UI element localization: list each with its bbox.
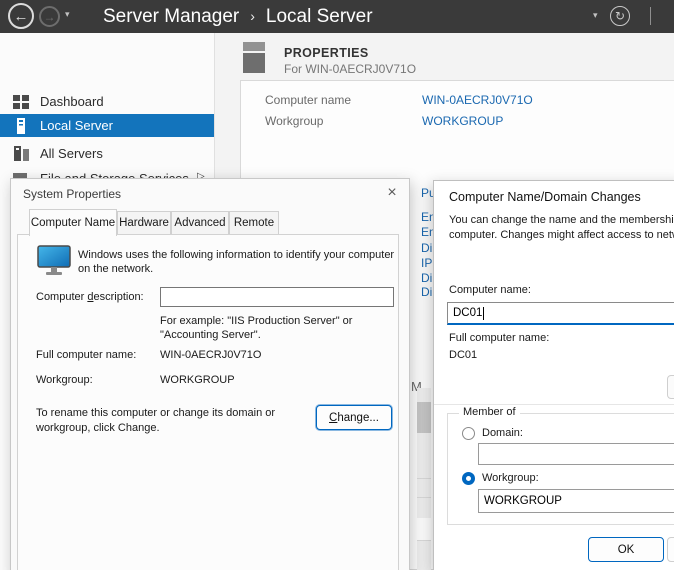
full-computer-name-label: Full computer name: <box>449 332 549 344</box>
rename-hint-text: workgroup, click Change. <box>36 422 160 434</box>
sidebar-item-label: All Servers <box>40 146 103 161</box>
computer-name-tab-page: Windows uses the following information t… <box>17 234 399 570</box>
breadcrumb: Server Manager › Local Server <box>103 2 373 32</box>
property-value-fragment: IP <box>421 256 432 270</box>
background-scrollbar[interactable] <box>417 388 431 570</box>
property-value-fragment: Di <box>421 241 432 255</box>
intro-text: Windows uses the following information t… <box>78 249 394 261</box>
workgroup-input[interactable]: WORKGROUP <box>478 489 674 513</box>
sidebar-item-all-servers[interactable]: All Servers <box>0 142 214 165</box>
domain-input[interactable] <box>478 443 674 465</box>
workgroup-link[interactable]: WORKGROUP <box>422 114 503 128</box>
change-button[interactable]: Change... <box>316 405 392 430</box>
computer-name-input[interactable]: DC01 <box>447 302 674 325</box>
forward-icon: → <box>44 10 56 24</box>
refresh-button[interactable]: ↻ <box>610 6 630 26</box>
cancel-button-partial[interactable] <box>667 537 674 562</box>
properties-title: PROPERTIES <box>284 46 369 60</box>
sidebar-item-local-server[interactable]: Local Server <box>0 114 214 137</box>
member-of-label: Member of <box>459 406 520 418</box>
computer-name-label: Computer name: <box>449 284 531 296</box>
forward-button[interactable]: → <box>39 6 60 27</box>
server-icon <box>13 118 30 134</box>
computer-name-label: Computer name <box>265 93 351 107</box>
sidebar-item-label: Dashboard <box>40 94 104 109</box>
full-computer-name-value: DC01 <box>449 349 477 361</box>
toolbar-dropdown-icon[interactable]: ▾ <box>593 10 598 21</box>
close-icon[interactable]: × <box>382 183 402 203</box>
refresh-icon: ↻ <box>615 9 625 23</box>
property-value-fragment: Di <box>421 285 432 299</box>
breadcrumb-app[interactable]: Server Manager <box>103 6 239 28</box>
tab-remote[interactable]: Remote <box>229 211 279 235</box>
workgroup-radio-label[interactable]: Workgroup: <box>482 472 539 484</box>
properties-subtitle: For WIN-0AECRJ0V71O <box>284 62 416 76</box>
server-manager-window: ← → ▾ Server Manager › Local Server ▾ ↻ … <box>0 0 674 570</box>
tab-hardware[interactable]: Hardware <box>117 211 171 235</box>
sidebar-item-dashboard[interactable]: Dashboard <box>0 90 214 113</box>
workgroup-radio[interactable] <box>462 472 475 485</box>
breadcrumb-page: Local Server <box>266 6 373 28</box>
toolbar-divider <box>650 7 651 25</box>
scrollbar-thumb[interactable] <box>417 402 431 433</box>
text-cursor <box>483 307 484 320</box>
dialog-title: System Properties <box>23 187 121 201</box>
scrollbar-segment <box>417 497 431 498</box>
tab-computer-name[interactable]: Computer Name <box>29 209 117 236</box>
domain-radio[interactable] <box>462 427 475 440</box>
scrollbar-segment <box>417 518 431 540</box>
computer-name-link[interactable]: WIN-0AECRJ0V71O <box>422 93 533 107</box>
workgroup-label: Workgroup <box>265 114 323 128</box>
properties-tile-icon <box>243 53 265 73</box>
dialog-body-text: You can change the name and the membersh… <box>449 214 674 226</box>
dialog-body-text: computer. Changes might affect access to… <box>449 229 674 241</box>
scrollbar-segment <box>417 478 431 479</box>
workgroup-value: WORKGROUP <box>160 374 235 386</box>
full-computer-name-label: Full computer name: <box>36 349 136 361</box>
computer-name-input-value: DC01 <box>453 307 482 319</box>
domain-radio-label[interactable]: Domain: <box>482 427 523 439</box>
sidebar-item-label: Local Server <box>40 118 113 133</box>
description-example-text: For example: "IIS Production Server" or <box>160 315 352 327</box>
domain-changes-dialog: Computer Name/Domain Changes You can cha… <box>433 180 674 570</box>
intro-text: on the network. <box>78 263 153 275</box>
tab-advanced[interactable]: Advanced <box>171 211 229 235</box>
system-properties-dialog: System Properties × Computer Name Hardwa… <box>10 178 410 570</box>
properties-tile-icon <box>243 42 265 51</box>
full-computer-name-value: WIN-0AECRJ0V71O <box>160 349 261 361</box>
computer-description-label: Computer description: <box>36 291 144 303</box>
computer-description-input[interactable] <box>160 287 394 307</box>
back-icon: ← <box>14 8 29 25</box>
servers-icon <box>13 146 30 162</box>
scrollbar-segment <box>417 540 431 541</box>
breadcrumb-separator-icon: › <box>250 8 255 24</box>
rename-hint-text: To rename this computer or change its do… <box>36 407 275 419</box>
description-example-text: "Accounting Server". <box>160 329 261 341</box>
dashboard-icon <box>13 94 30 110</box>
back-button[interactable]: ← <box>8 3 34 29</box>
monitor-icon <box>36 245 74 277</box>
nav-dropdown-icon[interactable]: ▾ <box>65 9 70 20</box>
property-value-fragment: Di <box>421 271 432 285</box>
more-button-partial[interactable] <box>667 375 674 399</box>
section-divider <box>434 404 674 405</box>
ok-button[interactable]: OK <box>588 537 664 562</box>
title-bar: ← → ▾ Server Manager › Local Server ▾ ↻ <box>0 0 674 33</box>
dialog-title: Computer Name/Domain Changes <box>449 190 641 204</box>
workgroup-input-value: WORKGROUP <box>484 495 562 507</box>
workgroup-label: Workgroup: <box>36 374 93 386</box>
